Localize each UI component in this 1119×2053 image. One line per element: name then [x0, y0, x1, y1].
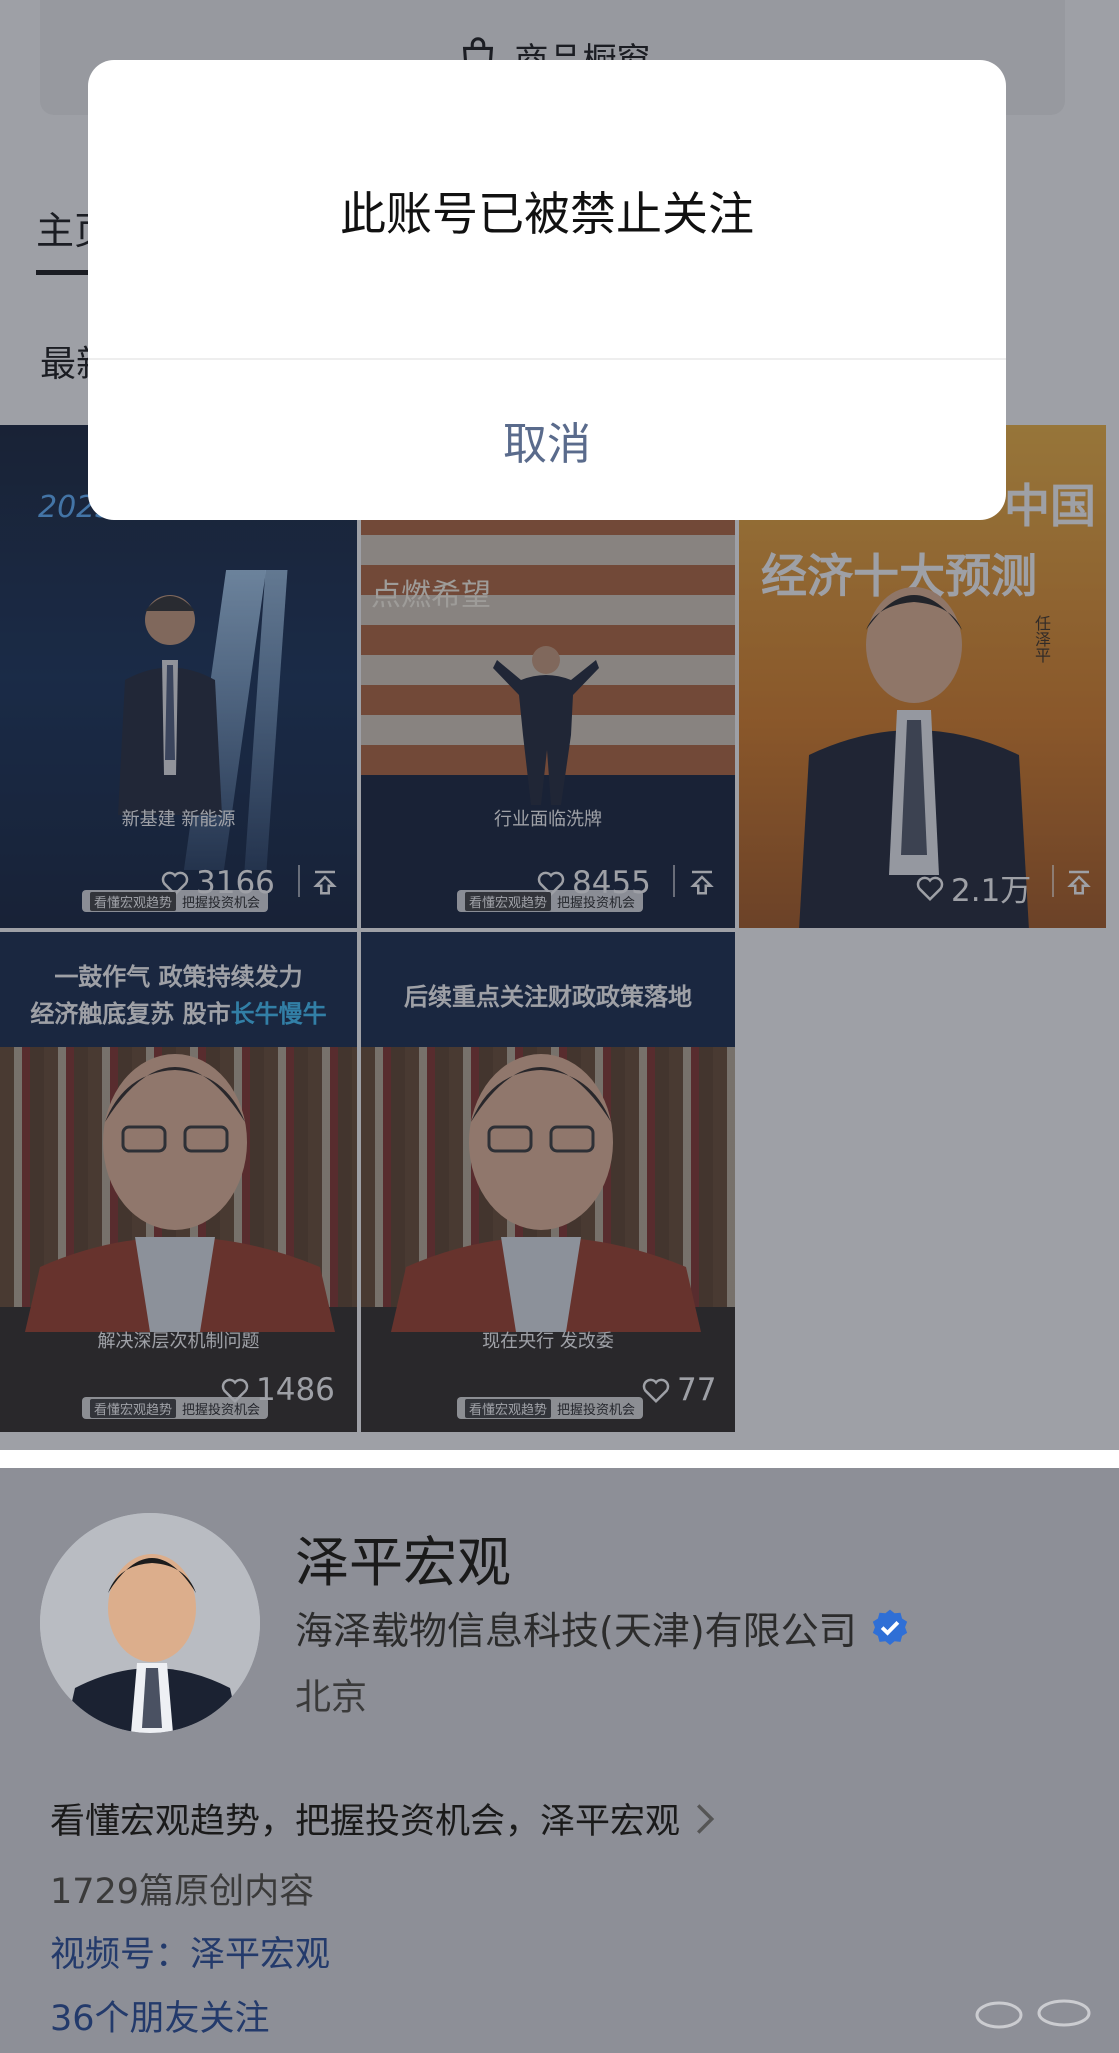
account-company: 海泽载物信息科技(天津)有限公司 — [295, 1600, 911, 1655]
account-profile-screenshot: 泽平宏观 海泽载物信息科技(天津)有限公司 北京 看懂宏观趋势，把握投资机会，泽… — [0, 1468, 1119, 2053]
cancel-button[interactable]: 取消 — [88, 360, 1006, 520]
account-location: 北京 — [295, 1677, 368, 1718]
account-bio[interactable]: 看懂宏观趋势，把握投资机会，泽平宏观 — [50, 1793, 716, 1844]
friends-following-link[interactable]: 36个朋友关注 — [50, 1990, 270, 2041]
avatar-portrait — [40, 1513, 260, 1733]
account-name: 泽平宏观 — [295, 1531, 511, 1594]
dialog-message: 此账号已被禁止关注 — [340, 187, 754, 241]
watermark-logo — [975, 1999, 1091, 2029]
bio-text: 看懂宏观趋势，把握投资机会，泽平宏观 — [50, 1802, 681, 1842]
company-name: 海泽载物信息科技(天津)有限公司 — [295, 1609, 857, 1653]
video-channel-link[interactable]: 视频号：泽平宏观 — [50, 1926, 330, 1977]
avatar[interactable] — [40, 1513, 260, 1733]
chevron-right-icon — [697, 1803, 715, 1834]
follow-blocked-dialog: 此账号已被禁止关注 取消 — [88, 60, 1006, 520]
original-content-count[interactable]: 1729篇原创内容 — [50, 1863, 314, 1914]
verified-badge-icon — [872, 1609, 907, 1645]
profile-screenshot-top: 商品橱窗 主页 最新 2023 新基建 新能源 3166 看懂宏观趋势 把握投资… — [0, 0, 1119, 1450]
